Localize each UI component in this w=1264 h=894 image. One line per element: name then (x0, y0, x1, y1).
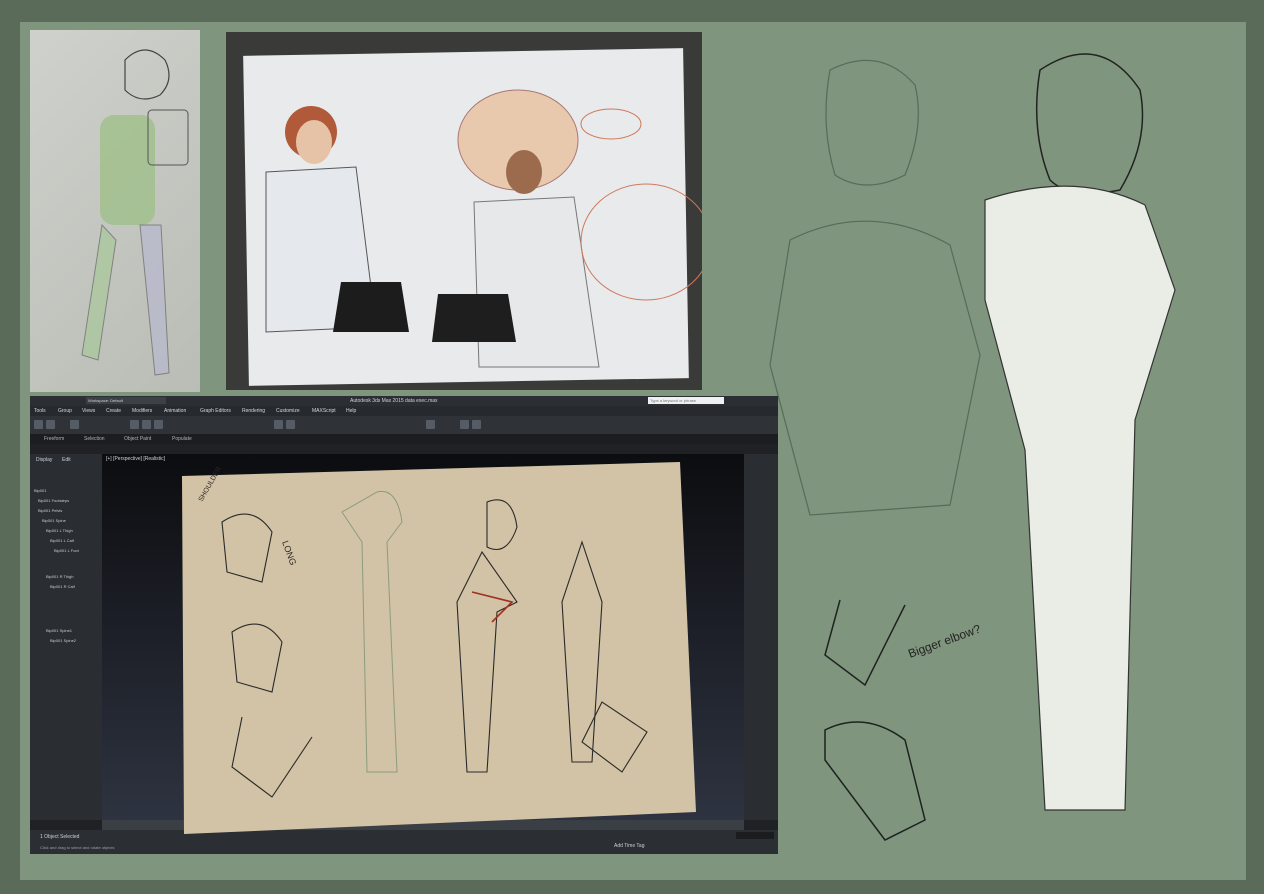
tab-object-paint[interactable]: Object Paint (124, 436, 151, 442)
tracing-paper-scan: SHOULDER LONG (182, 462, 696, 834)
menu-animation[interactable]: Animation (164, 408, 186, 414)
tree-row[interactable]: Bip001 Spine1 (46, 628, 72, 633)
select-icon[interactable] (70, 420, 79, 429)
tree-row[interactable]: Bip001 L Calf (50, 538, 74, 543)
angle-snap-icon[interactable] (286, 420, 295, 429)
tab-display[interactable]: Display (36, 457, 52, 463)
scene-explorer: Display Edit Bip001 Bip001 Footsteps Bip… (30, 454, 102, 820)
menu-maxscript[interactable]: MAXScript (312, 408, 336, 414)
render-setup-icon[interactable] (460, 420, 469, 429)
photo-rig-sketch (30, 30, 200, 392)
tree-row[interactable]: Bip001 Pelvis (38, 508, 62, 513)
window-title: Autodesk 3ds Max 2015 data exec.max (350, 398, 438, 404)
selection-status: 1 Object Selected (40, 834, 80, 840)
title-bar: Workspace: Default Autodesk 3ds Max 2015… (30, 396, 778, 406)
search-input[interactable]: Type a keyword or phrase (648, 397, 724, 404)
menu-help[interactable]: Help (346, 408, 356, 414)
menu-modifiers[interactable]: Modifiers (132, 408, 152, 414)
selected-dropdown[interactable] (736, 832, 774, 839)
snap-icon[interactable] (274, 420, 283, 429)
menu-customize[interactable]: Customize (276, 408, 300, 414)
menu-views[interactable]: Views (82, 408, 95, 414)
menu-group[interactable]: Group (58, 408, 72, 414)
mirror-icon[interactable] (426, 420, 435, 429)
command-panel (744, 454, 778, 820)
menu-tools[interactable]: Tools (34, 408, 46, 414)
tab-selection[interactable]: Selection (84, 436, 105, 442)
tab-freeform[interactable]: Freeform (44, 436, 64, 442)
redo-icon[interactable] (46, 420, 55, 429)
tree-row[interactable]: Bip001 R Thigh (46, 574, 74, 579)
ribbon-tabs: Freeform Selection Object Paint Populate (30, 434, 778, 444)
photo-sketchbook-women (226, 32, 702, 390)
rig-figure-drawing (81, 49, 189, 376)
tree-row[interactable]: Bip001 Footsteps (38, 498, 69, 503)
add-time-tag-button[interactable]: Add Time Tag (614, 843, 644, 849)
prompt-hint: Click and drag to select and rotate obje… (40, 845, 115, 850)
viewport-label[interactable]: [+] [Perspective] [Realistic] (106, 456, 165, 462)
note-bigger-elbow: Bigger elbow? (906, 622, 983, 661)
tree-row[interactable]: Bip001 L Foot (54, 548, 79, 553)
undo-icon[interactable] (34, 420, 43, 429)
menu-graph-editors[interactable]: Graph Editors (200, 408, 231, 414)
render-icon[interactable] (472, 420, 481, 429)
tree-row[interactable]: Bip001 L Thigh (46, 528, 73, 533)
menu-rendering[interactable]: Rendering (242, 408, 265, 414)
scale-icon[interactable] (154, 420, 163, 429)
tree-row[interactable]: Bip001 Spine2 (50, 638, 76, 643)
women-illustrations (265, 89, 702, 368)
tree-row[interactable]: Bip001 R Calf (50, 584, 75, 589)
main-toolbar (30, 416, 778, 434)
tab-populate[interactable]: Populate (172, 436, 192, 442)
tree-row[interactable]: Bip001 Spine (42, 518, 66, 523)
businessman-sketches: Bigger elbow? (769, 53, 1176, 841)
workspace-selector[interactable]: Workspace: Default (86, 397, 166, 404)
tab-edit[interactable]: Edit (62, 457, 71, 463)
menu-bar: Tools Group Views Create Modifiers Anima… (30, 406, 778, 416)
tree-row[interactable]: Bip001 (34, 488, 46, 493)
menu-create[interactable]: Create (106, 408, 121, 414)
move-icon[interactable] (130, 420, 139, 429)
rotate-icon[interactable] (142, 420, 151, 429)
